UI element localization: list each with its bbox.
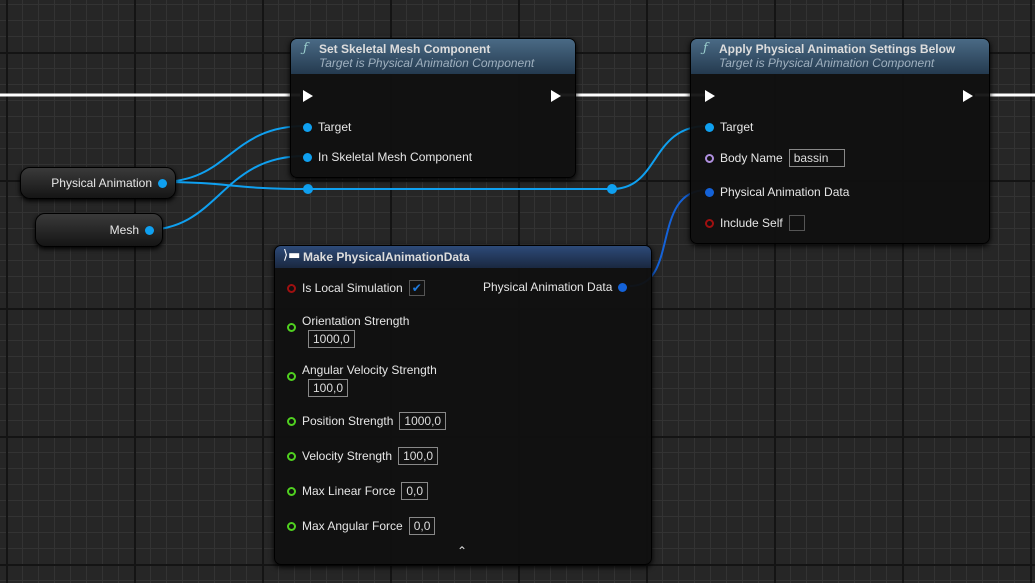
pin-label: Body Name — [720, 151, 783, 165]
node-subtitle: Target is Physical Animation Component — [719, 56, 935, 70]
value-input[interactable]: 100,0 — [308, 379, 349, 397]
chevron-up-icon[interactable]: ⌃ — [457, 544, 467, 558]
reroute-knot — [303, 184, 313, 194]
value-input[interactable]: 100,0 — [398, 447, 439, 465]
value-input[interactable]: 1000,0 — [399, 412, 447, 430]
make-struct-icon: ⟩▬ — [283, 248, 301, 263]
apply-physical-animation-node[interactable]: ƒ Apply Physical Animation Settings Belo… — [690, 38, 990, 244]
body-name-input[interactable]: bassin — [788, 149, 845, 167]
include-self-pin[interactable] — [705, 218, 714, 228]
set-skeletal-mesh-node[interactable]: ƒ Set Skeletal Mesh Component Target is … — [290, 38, 576, 178]
output-pin[interactable] — [618, 282, 628, 292]
pin-label: Max Linear Force — [302, 484, 396, 498]
object-pin[interactable] — [158, 178, 167, 188]
field-angular-velocity-strength: Angular Velocity Strength 100,0 — [287, 363, 437, 397]
float-pin[interactable] — [287, 451, 296, 461]
exec-out-pin[interactable] — [963, 90, 973, 102]
is-local-checkbox[interactable]: ✔ — [408, 280, 425, 296]
field-velocity-strength: Velocity Strength 100,0 — [287, 447, 439, 465]
field-orientation-strength: Orientation Strength 1000,0 — [287, 314, 409, 348]
target-pin[interactable] — [303, 122, 312, 132]
float-pin[interactable] — [287, 372, 296, 381]
body-name-pin[interactable] — [705, 153, 714, 163]
exec-in-pin[interactable] — [705, 90, 715, 102]
variable-label: Physical Animation — [51, 176, 152, 190]
node-title: Make PhysicalAnimationData — [303, 250, 470, 264]
pin-label: In Skeletal Mesh Component — [318, 150, 473, 164]
float-pin[interactable] — [287, 323, 296, 332]
pin-label: Velocity Strength — [302, 449, 393, 463]
pin-label: Position Strength — [302, 414, 394, 428]
variable-mesh[interactable]: Mesh — [35, 213, 163, 247]
variable-physical-animation[interactable]: Physical Animation — [20, 167, 176, 199]
node-title: Set Skeletal Mesh Component — [319, 42, 491, 56]
physical-animation-data-pin[interactable] — [705, 187, 714, 197]
variable-label: Mesh — [109, 223, 139, 237]
pin-label: Target — [720, 120, 754, 134]
target-pin[interactable] — [705, 122, 714, 132]
pin-label: Orientation Strength — [302, 314, 410, 328]
field-max-angular-force: Max Angular Force 0,0 — [287, 517, 436, 535]
node-title: Apply Physical Animation Settings Below — [719, 42, 956, 56]
value-input[interactable]: 1000,0 — [308, 330, 355, 348]
object-pin[interactable] — [145, 225, 154, 235]
exec-out-pin[interactable] — [551, 90, 561, 102]
node-subtitle: Target is Physical Animation Component — [319, 56, 535, 70]
pin-label: Angular Velocity Strength — [302, 363, 437, 377]
pin-label: Include Self — [720, 216, 783, 230]
function-icon: ƒ — [703, 41, 708, 56]
pin-label: Is Local Simulation — [302, 281, 403, 295]
float-pin[interactable] — [287, 521, 296, 531]
wire-target — [159, 125, 306, 183]
skeletal-mesh-pin[interactable] — [303, 152, 312, 162]
pin-label: Max Angular Force — [302, 519, 403, 533]
make-physical-animation-data-node[interactable]: ⟩▬ Make PhysicalAnimationData Is Local S… — [274, 245, 652, 565]
pin-label: Target — [318, 120, 352, 134]
bool-pin[interactable] — [287, 283, 296, 293]
function-icon: ƒ — [303, 41, 308, 56]
float-pin[interactable] — [287, 486, 296, 496]
pin-label: Physical Animation Data — [483, 280, 613, 294]
include-self-checkbox[interactable] — [788, 215, 805, 231]
value-input[interactable]: 0,0 — [408, 517, 436, 535]
value-input[interactable]: 0,0 — [401, 482, 429, 500]
pin-label: Physical Animation Data — [720, 185, 850, 199]
field-position-strength: Position Strength 1000,0 — [287, 412, 447, 430]
exec-in-pin[interactable] — [303, 90, 313, 102]
float-pin[interactable] — [287, 416, 296, 426]
reroute-knot — [607, 184, 617, 194]
field-max-linear-force: Max Linear Force 0,0 — [287, 482, 429, 500]
